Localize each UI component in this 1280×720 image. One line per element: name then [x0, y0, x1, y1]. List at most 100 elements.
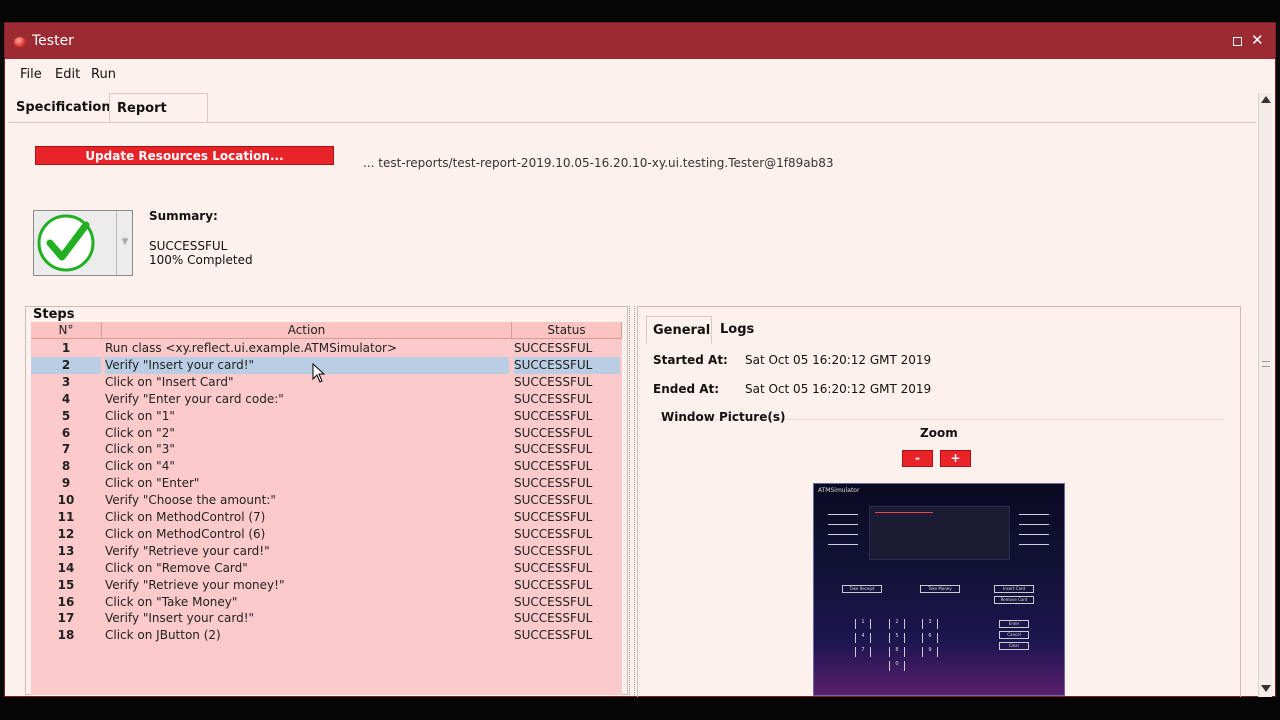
update-resources-button[interactable]: Update Resources Location...	[35, 146, 334, 165]
steps-panel: Steps N° Action Status 1 Run class <xy.re…	[25, 306, 628, 695]
table-row[interactable]: 10 Verify "Choose the amount:" SUCCESSFUL	[31, 492, 622, 509]
menu-run[interactable]: Run	[91, 67, 116, 82]
step-action: Verify "Insert your card!"	[105, 611, 255, 626]
atm-side-button	[828, 524, 858, 525]
table-row[interactable]: 1 Run class <xy.reflect.ui.example.ATMSim…	[31, 340, 622, 357]
table-row[interactable]: 7 Click on "3" SUCCESSFUL	[31, 441, 622, 458]
status-selector[interactable]: ▼	[33, 210, 133, 276]
scroll-thumb-grip[interactable]	[1262, 361, 1270, 367]
atm-side-button	[1019, 514, 1049, 515]
atm-side-button	[828, 544, 858, 545]
table-row[interactable]: 9 Click on "Enter" SUCCESSFUL	[31, 475, 622, 492]
atm-side-button	[1019, 524, 1049, 525]
step-status: SUCCESSFUL	[514, 356, 620, 374]
step-action: Click on MethodControl (6)	[105, 526, 266, 541]
ended-label: Ended At:	[653, 382, 720, 396]
table-row[interactable]: 4 Verify "Enter your card code:" SUCCESSFU…	[31, 391, 622, 408]
step-status: SUCCESSFUL	[514, 341, 593, 355]
step-number: 13	[57, 543, 75, 558]
table-row[interactable]: 14 Click on "Remove Card" SUCCESSFUL	[31, 560, 622, 577]
atm-cancel: Cancel	[999, 631, 1029, 639]
atm-take-money: Take Money	[920, 585, 960, 593]
step-number: 6	[61, 425, 71, 440]
step-action: Click on MethodControl (7)	[105, 510, 266, 524]
table-row[interactable]: 2 Verify "Insert your card!" SUCCESSFUL	[31, 356, 622, 374]
menu-edit[interactable]: Edit	[55, 67, 80, 82]
step-number: 16	[57, 594, 75, 609]
zoom-out-button[interactable]: -	[902, 450, 933, 467]
screen-bottom-border	[0, 697, 1280, 720]
split-pane-divider[interactable]	[629, 306, 635, 695]
step-status: SUCCESSFUL	[514, 459, 593, 474]
window-title: Tester	[32, 33, 74, 49]
step-status: SUCCESSFUL	[514, 476, 593, 491]
column-header-number[interactable]: N°	[31, 322, 102, 339]
table-row[interactable]: 3 Click on "Insert Card" SUCCESSFUL	[31, 374, 622, 391]
step-number: 11	[57, 510, 75, 524]
atm-side-button	[1019, 544, 1049, 545]
started-label: Started At:	[653, 353, 728, 367]
table-row[interactable]: 11 Click on MethodControl (7) SUCCESSFUL	[31, 509, 622, 526]
table-row[interactable]: 18 Click on JButton (2) SUCCESSFUL	[31, 627, 622, 644]
chevron-down-icon[interactable]: ▼	[116, 211, 133, 275]
step-action: Verify "Insert your card!"	[105, 356, 509, 374]
scroll-up-icon[interactable]	[1261, 96, 1271, 103]
tab-specification[interactable]: Specification	[9, 93, 111, 122]
step-status: SUCCESSFUL	[514, 543, 593, 558]
step-number: 14	[57, 560, 75, 575]
tab-report[interactable]: Report	[109, 93, 208, 122]
table-row[interactable]: 15 Verify "Retrieve your money!" SUCCESSFU…	[31, 577, 622, 594]
step-number: 3	[61, 374, 71, 389]
step-number: 17	[57, 611, 75, 626]
table-row[interactable]: 5 Click on "1" SUCCESSFUL	[31, 408, 622, 425]
step-status: SUCCESSFUL	[514, 628, 593, 643]
table-row[interactable]: 12 Click on MethodControl (6) SUCCESSFUL	[31, 526, 622, 543]
scroll-down-icon[interactable]	[1261, 685, 1271, 692]
window-picture-atm: ATMSimulator Take Receipt Take Money Ins…	[813, 483, 1065, 696]
started-value: Sat Oct 05 16:20:12 GMT 2019	[745, 353, 932, 367]
atm-side-button	[828, 534, 858, 535]
atm-remove-card: Remove Card	[994, 596, 1034, 604]
step-action: Verify "Retrieve your card!"	[105, 543, 270, 558]
column-header-action[interactable]: Action	[102, 322, 512, 339]
step-status: SUCCESSFUL	[514, 408, 593, 423]
step-number: 1	[61, 341, 71, 355]
atm-take-receipt: Take Receipt	[842, 585, 882, 593]
atm-side-button	[1019, 534, 1049, 535]
atm-clear: Clear	[999, 642, 1029, 650]
atm-enter: Enter	[999, 620, 1029, 628]
table-row[interactable]: 6 Click on "2" SUCCESSFUL	[31, 425, 622, 442]
column-header-status[interactable]: Status	[512, 322, 622, 339]
step-number: 8	[61, 459, 71, 474]
summary-progress: 100% Completed	[149, 253, 253, 267]
atm-key-0: 0	[889, 661, 905, 671]
step-action: Click on "1"	[105, 408, 175, 423]
atm-key-9: 9	[922, 647, 938, 657]
report-path: ... test-reports/test-report-2019.10.05-…	[363, 156, 834, 170]
table-row[interactable]: 16 Click on "Take Money" SUCCESSFUL	[31, 594, 622, 611]
step-action: Click on "Enter"	[105, 476, 200, 491]
vertical-scrollbar[interactable]	[1258, 93, 1272, 697]
step-number: 12	[57, 526, 75, 541]
atm-key-8: 8	[889, 647, 905, 657]
atm-key-5: 5	[889, 633, 905, 643]
tab-general[interactable]: General	[646, 316, 712, 343]
step-status: SUCCESSFUL	[514, 425, 593, 440]
step-status: SUCCESSFUL	[514, 577, 593, 592]
atm-key-2: 2	[889, 619, 905, 629]
maximize-icon[interactable]	[1233, 37, 1242, 46]
menu-file[interactable]: File	[20, 67, 42, 82]
tab-logs[interactable]: Logs	[720, 322, 754, 337]
table-row[interactable]: 8 Click on "4" SUCCESSFUL	[31, 458, 622, 475]
zoom-in-button[interactable]: +	[940, 450, 971, 467]
close-icon[interactable]: ✕	[1251, 31, 1264, 49]
table-row[interactable]: 13 Verify "Retrieve your card!" SUCCESSFUL	[31, 543, 622, 560]
atm-key-1: 1	[855, 619, 871, 629]
steps-table: N° Action Status 1 Run class <xy.reflect.…	[31, 322, 622, 695]
step-action: Click on "3"	[105, 442, 175, 457]
atm-key-6: 6	[922, 633, 938, 643]
main-tabs: Specification Report	[5, 93, 1275, 123]
table-row[interactable]: 17 Verify "Insert your card!" SUCCESSFUL	[31, 610, 622, 627]
title-bar[interactable]: Tester ✕	[5, 23, 1275, 59]
step-number: 10	[57, 493, 75, 508]
